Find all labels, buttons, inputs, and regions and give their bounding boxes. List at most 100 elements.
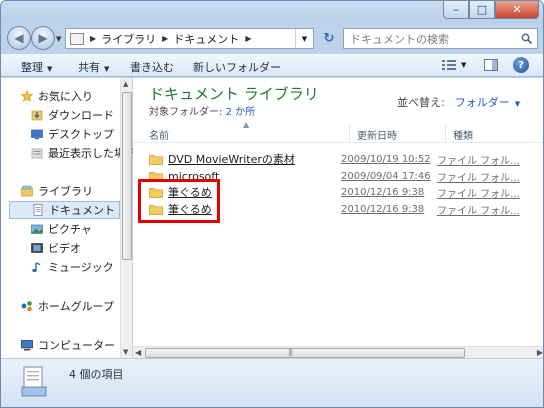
library-title: ドキュメント ライブラリ [149,85,319,103]
nav-item-label: ピクチャ [48,223,92,236]
file-type: ファイル フォル... [437,155,520,167]
scroll-down-icon[interactable]: ▼ [123,348,128,356]
nav-item-label: デスクトップ [48,128,114,141]
maximize-button[interactable]: □ [469,1,495,19]
library-subtitle: 対象フォルダー: 2 か所 [149,103,255,118]
share-dropdown-icon: ▼ [104,65,110,73]
libraries-icon [21,185,33,197]
library-locations-link[interactable]: 2 か所 [226,107,256,118]
column-header-name[interactable]: 名前 [149,127,169,142]
nav-item-documents[interactable]: ドキュメント [9,201,120,219]
address-bar[interactable]: ▶ ライブラリ ▶ ドキュメント ▶ ▼ [65,28,314,49]
minimize-button[interactable]: – [443,1,469,19]
file-list-pane: ドキュメント ライブラリ 対象フォルダー: 2 か所 並べ替え: フォルダー ▼ ▲… [133,78,543,358]
breadcrumb-documents[interactable]: ドキュメント [173,31,239,47]
refresh-icon: ↻ [323,31,335,46]
file-type: ファイル フォル... [437,172,520,184]
folder-icon [149,154,163,165]
file-type: ファイル フォル... [437,188,520,200]
close-button[interactable]: ✕ [495,1,539,19]
arrange-by-label: 並べ替え: [397,96,445,109]
file-date: 2010/12/16 9:38 [341,186,425,198]
nav-item-label: ビデオ [48,242,81,255]
homegroup-icon [21,301,32,312]
scroll-left-icon[interactable]: ◀ [135,348,141,357]
details-pane: 4 個の項目 [1,358,543,407]
navigation-bar: ◀ ▶ ▼ ▶ ライブラリ ▶ ドキュメント ▶ ▼ ↻ ドキュメントの検索 [1,23,543,53]
pictures-icon [31,224,43,234]
highlight-annotation-box [138,179,220,223]
new-folder-button[interactable]: 新しいフォルダー [193,59,281,75]
file-date: 2009/10/19 10:52 [341,153,431,165]
breadcrumb-separator-icon[interactable]: ▶ [90,34,96,43]
column-header-date[interactable]: 更新日時 [357,127,397,142]
nav-item-label: お気に入り [38,90,93,103]
sort-ascending-icon: ▲ [243,120,250,129]
view-dropdown-icon[interactable]: ▼ [461,61,466,69]
search-icon[interactable] [521,33,532,44]
search-placeholder: ドキュメントの検索 [350,32,449,46]
breadcrumb-separator-icon[interactable]: ▶ [245,34,251,43]
scroll-up-icon[interactable]: ▲ [123,80,128,88]
back-arrow-icon: ◀ [14,31,24,45]
nav-item-label: ダウンロード [48,109,114,122]
back-button[interactable]: ◀ [7,26,31,50]
nav-pane-scrollbar[interactable]: ▲ ▼ [120,78,132,358]
documents-icon [33,204,43,216]
view-options-icon[interactable] [442,59,456,71]
horizontal-scrollbar[interactable]: ◀ ||| ▶ [133,346,543,358]
nav-item-label: ライブラリ [38,185,93,198]
file-name[interactable]: DVD MovieWriterの素材 [168,151,348,167]
desktop-icon [31,129,43,140]
share-label: 共有 [78,61,100,74]
nav-item-label: コンピューター [38,339,115,352]
preview-pane-icon[interactable] [484,59,498,71]
nav-pane-scroll-thumb[interactable] [122,92,132,260]
scroll-right-icon[interactable]: ▶ [537,348,543,357]
breadcrumb-libraries[interactable]: ライブラリ [101,31,156,47]
search-box[interactable]: ドキュメントの検索 [343,28,538,49]
column-header-type[interactable]: 種類 [453,127,473,142]
close-icon: ✕ [512,3,522,16]
breadcrumb-separator-icon[interactable]: ▶ [162,34,168,43]
star-icon [21,90,33,102]
column-divider[interactable] [445,125,446,142]
title-bar: – □ ✕ [1,1,543,23]
maximize-icon: □ [476,3,488,16]
recent-places-icon [31,148,43,159]
forward-arrow-icon: ▶ [38,31,48,45]
column-divider[interactable] [349,125,350,142]
arrange-by: 並べ替え: フォルダー ▼ [397,94,520,110]
nav-item-label: ホームグループ [38,300,115,313]
explorer-window: – □ ✕ ◀ ▶ ▼ ▶ ライブラリ ▶ ドキュメント ▶ ▼ ↻ ドキュメン… [0,0,544,408]
computer-icon [21,340,33,351]
file-type: ファイル フォル... [437,205,520,217]
download-folder-icon [31,110,43,121]
organize-label: 整理 [21,61,43,74]
column-header-row: ▲ 名前 更新日時 種類 [133,120,543,143]
file-row[interactable]: DVD MovieWriterの素材 2009/10/19 10:52 ファイル… [149,151,541,167]
window-controls: – □ ✕ [443,1,539,19]
arrange-by-value[interactable]: フォルダー [455,96,510,109]
file-date: 2009/09/04 17:46 [341,170,431,182]
item-count-status: 4 個の項目 [69,368,124,381]
library-subtitle-prefix: 対象フォルダー: [149,107,223,118]
share-menu[interactable]: 共有 ▼ [78,59,109,75]
organize-menu[interactable]: 整理 ▼ [21,59,52,75]
help-icon[interactable]: ? [513,57,529,73]
address-dropdown-button[interactable]: ▼ [295,29,313,48]
file-date: 2010/12/16 9:38 [341,203,425,215]
library-address-icon [70,32,84,45]
refresh-button[interactable]: ↻ [318,28,340,49]
minimize-icon: – [453,3,459,16]
forward-button[interactable]: ▶ [31,26,55,50]
burn-button[interactable]: 書き込む [130,59,174,75]
scroll-grip-icon: ||| [288,348,293,356]
arrange-by-dropdown-icon[interactable]: ▼ [515,100,520,108]
horizontal-scroll-thumb[interactable] [145,348,465,358]
music-icon [32,262,41,273]
recent-pages-dropdown[interactable]: ▼ [56,35,61,43]
documents-library-icon [21,366,47,397]
organize-dropdown-icon: ▼ [47,65,53,73]
command-bar: 整理 ▼ 共有 ▼ 書き込む 新しいフォルダー ▼ ? [1,53,543,77]
